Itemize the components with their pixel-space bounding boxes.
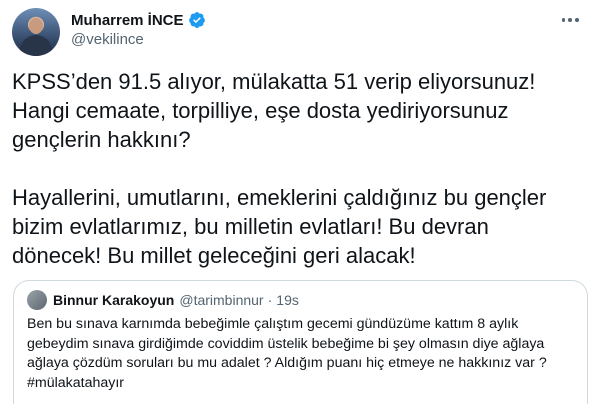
- quoted-separator: ·: [267, 292, 273, 308]
- quoted-display-name: Binnur Karakoyun: [53, 292, 175, 308]
- more-horizontal-icon[interactable]: [560, 10, 580, 30]
- quoted-handle: @tarimbinnur: [179, 292, 264, 308]
- quoted-tweet-header: Binnur Karakoyun @tarimbinnur · 19s: [27, 290, 299, 310]
- quoted-tweet-text: Ben bu sınava karnımda bebeğimle çalıştı…: [27, 316, 547, 391]
- avatar-head: [29, 18, 43, 34]
- author-display-name[interactable]: Muharrem İNCE: [71, 12, 184, 29]
- avatar[interactable]: [12, 8, 60, 56]
- quoted-avatar: [27, 290, 47, 310]
- quoted-timestamp: 19s: [276, 292, 299, 308]
- tweet-text: KPSS’den 91.5 alıyor, mülakatta 51 verip…: [12, 69, 547, 268]
- author-handle[interactable]: @vekilince: [71, 31, 144, 48]
- quoted-tweet[interactable]: Binnur Karakoyun @tarimbinnur · 19s Ben …: [13, 280, 588, 404]
- avatar-suit: [20, 35, 52, 56]
- author-name-row: Muharrem İNCE: [71, 10, 206, 30]
- verified-badge-icon: [188, 12, 205, 28]
